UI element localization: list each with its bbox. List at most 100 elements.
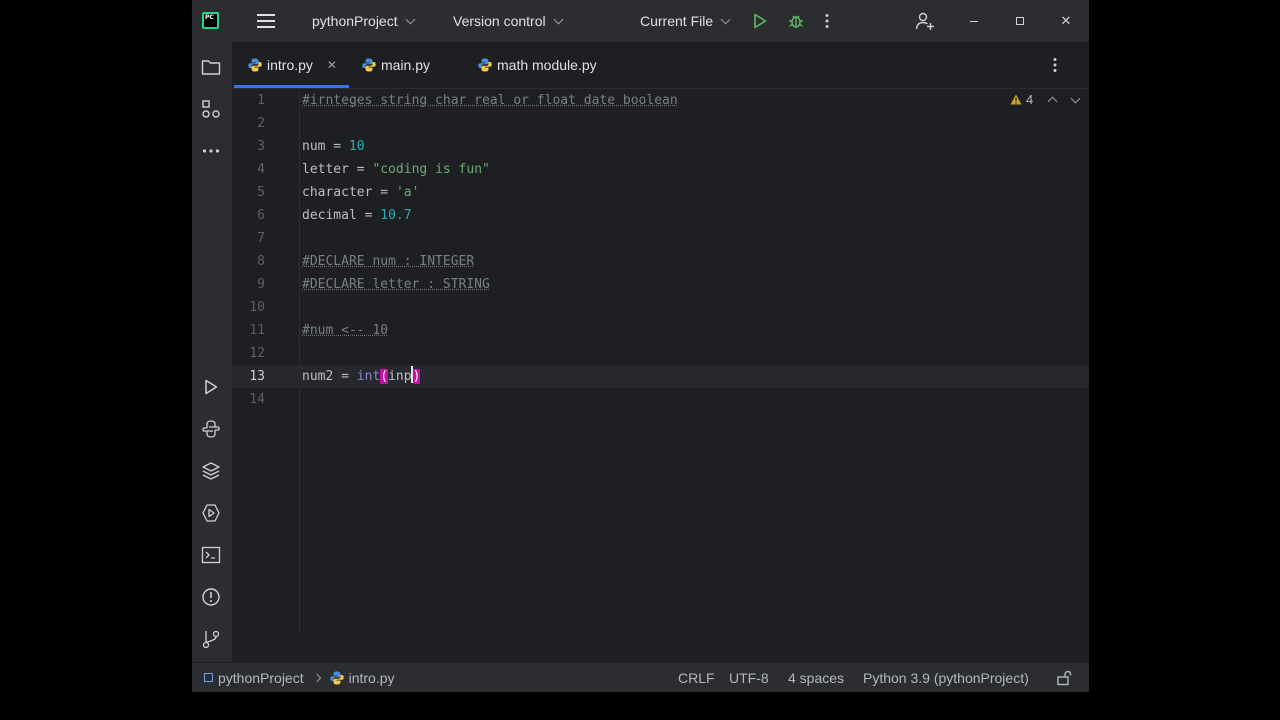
python-console-icon — [202, 420, 220, 438]
line-number: 4 — [257, 162, 265, 177]
comment: #irnteges string char real or float date… — [302, 93, 678, 108]
chevron-down-icon — [553, 14, 564, 24]
main-menu-icon[interactable] — [257, 14, 275, 32]
tab-intro-py[interactable]: intro.py ✕ — [248, 42, 337, 88]
chevron-down-icon — [405, 14, 416, 24]
close-tab-icon[interactable]: ✕ — [327, 58, 337, 72]
code-line[interactable]: 10 — [232, 296, 1089, 319]
python-console-button[interactable] — [200, 418, 222, 440]
code-line[interactable]: 3 num = 10 — [232, 135, 1089, 158]
identifier: inp — [388, 369, 412, 384]
code-line[interactable]: 14 — [232, 388, 1089, 411]
operator: = — [356, 208, 381, 223]
matched-bracket: ( — [380, 369, 389, 384]
tab-options-button[interactable] — [1052, 42, 1058, 88]
code-line[interactable]: 7 — [232, 227, 1089, 250]
code-line[interactable]: 12 — [232, 342, 1089, 365]
status-bar: pythonProject intro.py CRLF UTF-8 4 spac… — [192, 662, 1089, 692]
code-line[interactable]: 2 — [232, 112, 1089, 135]
code-line[interactable]: 6 decimal = 10.7 — [232, 204, 1089, 227]
chevron-right-icon — [312, 673, 321, 682]
python-packages-button[interactable] — [200, 460, 222, 482]
minimize-icon — [970, 20, 978, 22]
matched-bracket: ) — [412, 369, 421, 384]
run-config-selector[interactable]: Current File — [640, 0, 731, 42]
services-icon — [202, 504, 220, 522]
line-number: 11 — [249, 323, 265, 338]
project-selector[interactable]: pythonProject — [312, 0, 416, 42]
version-control-tool-button[interactable] — [200, 628, 222, 650]
tab-main-py[interactable]: main.py — [362, 42, 430, 88]
code-line[interactable]: 4 letter = "coding is fun" — [232, 158, 1089, 181]
operator: = — [348, 162, 373, 177]
more-vertical-icon — [825, 14, 829, 28]
code-line[interactable]: 11 #num <-- 10 — [232, 319, 1089, 342]
interpreter-widget[interactable]: Python 3.9 (pythonProject) — [863, 663, 1029, 692]
python-file-icon — [478, 58, 492, 72]
comment: #num <-- 10 — [302, 323, 389, 338]
encoding-widget[interactable]: UTF-8 — [729, 663, 769, 692]
code-with-me-button[interactable] — [915, 0, 935, 42]
code-line[interactable]: 9 #DECLARE letter : STRING — [232, 273, 1089, 296]
project-tool-button[interactable] — [200, 56, 222, 78]
indent-widget[interactable]: 4 spaces — [788, 663, 844, 692]
close-icon: ✕ — [1060, 13, 1072, 29]
active-tab-indicator — [234, 85, 349, 88]
line-number: 12 — [249, 346, 265, 361]
terminal-tool-button[interactable] — [200, 544, 222, 566]
vcs-label: Version control — [453, 13, 546, 29]
line-separator-widget[interactable]: CRLF — [678, 663, 715, 692]
more-vertical-icon — [1053, 58, 1057, 72]
line-number: 7 — [257, 231, 265, 246]
line-number: 13 — [249, 369, 265, 384]
minimize-button[interactable] — [951, 0, 997, 42]
code-editor[interactable]: 4 1 #irnteges string char real or float … — [232, 89, 1089, 633]
interpreter-label: Python 3.9 (pythonProject) — [863, 669, 1029, 686]
identifier: character — [302, 185, 373, 200]
more-actions-button[interactable] — [824, 0, 830, 42]
line-number: 6 — [257, 208, 265, 223]
ide-window: PC pythonProject Version control Current… — [192, 0, 1089, 692]
unlock-icon — [1057, 670, 1072, 685]
code-line[interactable]: 8 #DECLARE num : INTEGER — [232, 250, 1089, 273]
debug-bug-icon — [789, 15, 803, 28]
problems-tool-button[interactable] — [200, 586, 222, 608]
tab-label: intro.py — [267, 57, 313, 73]
breadcrumb-project[interactable]: pythonProject — [218, 670, 304, 686]
maximize-button[interactable] — [997, 0, 1043, 42]
run-button[interactable] — [752, 0, 768, 42]
breadcrumb-file[interactable]: intro.py — [349, 670, 395, 686]
read-only-toggle[interactable] — [1056, 663, 1072, 692]
editor-tabs: intro.py ✕ main.py math module.py — [232, 42, 1089, 89]
restore-icon — [1016, 17, 1024, 25]
pycharm-logo-icon[interactable]: PC — [202, 12, 219, 29]
identifier: num — [302, 139, 326, 154]
code-line[interactable]: 1 #irnteges string char real or float da… — [232, 89, 1089, 112]
tab-math-module-py[interactable]: math module.py — [478, 42, 597, 88]
run-tool-button[interactable] — [200, 376, 222, 398]
vcs-selector[interactable]: Version control — [453, 0, 564, 42]
python-file-icon — [362, 58, 376, 72]
structure-tool-button[interactable] — [200, 98, 222, 120]
warning-circle-icon — [202, 588, 220, 606]
operator: = — [325, 139, 349, 154]
python-file-icon — [329, 671, 344, 684]
debug-button[interactable] — [787, 0, 805, 42]
more-tools-button[interactable] — [200, 140, 222, 162]
operator: = — [333, 369, 357, 384]
code-line[interactable]: 5 character = 'a' — [232, 181, 1089, 204]
number-literal: 10.7 — [380, 208, 412, 223]
line-number: 5 — [257, 185, 265, 200]
module-icon — [204, 673, 213, 682]
line-number: 2 — [257, 116, 265, 131]
line-number: 3 — [257, 139, 265, 154]
services-tool-button[interactable] — [200, 502, 222, 524]
git-branch-icon — [202, 630, 220, 649]
line-number: 9 — [257, 277, 265, 292]
current-code-line[interactable]: 13 num2 = int(inp) — [232, 365, 1089, 388]
close-window-button[interactable]: ✕ — [1043, 0, 1089, 42]
indent-label: 4 spaces — [788, 669, 845, 686]
line-number: 1 — [257, 93, 265, 108]
structure-icon — [202, 100, 220, 118]
string-literal: "coding is fun" — [372, 162, 490, 177]
